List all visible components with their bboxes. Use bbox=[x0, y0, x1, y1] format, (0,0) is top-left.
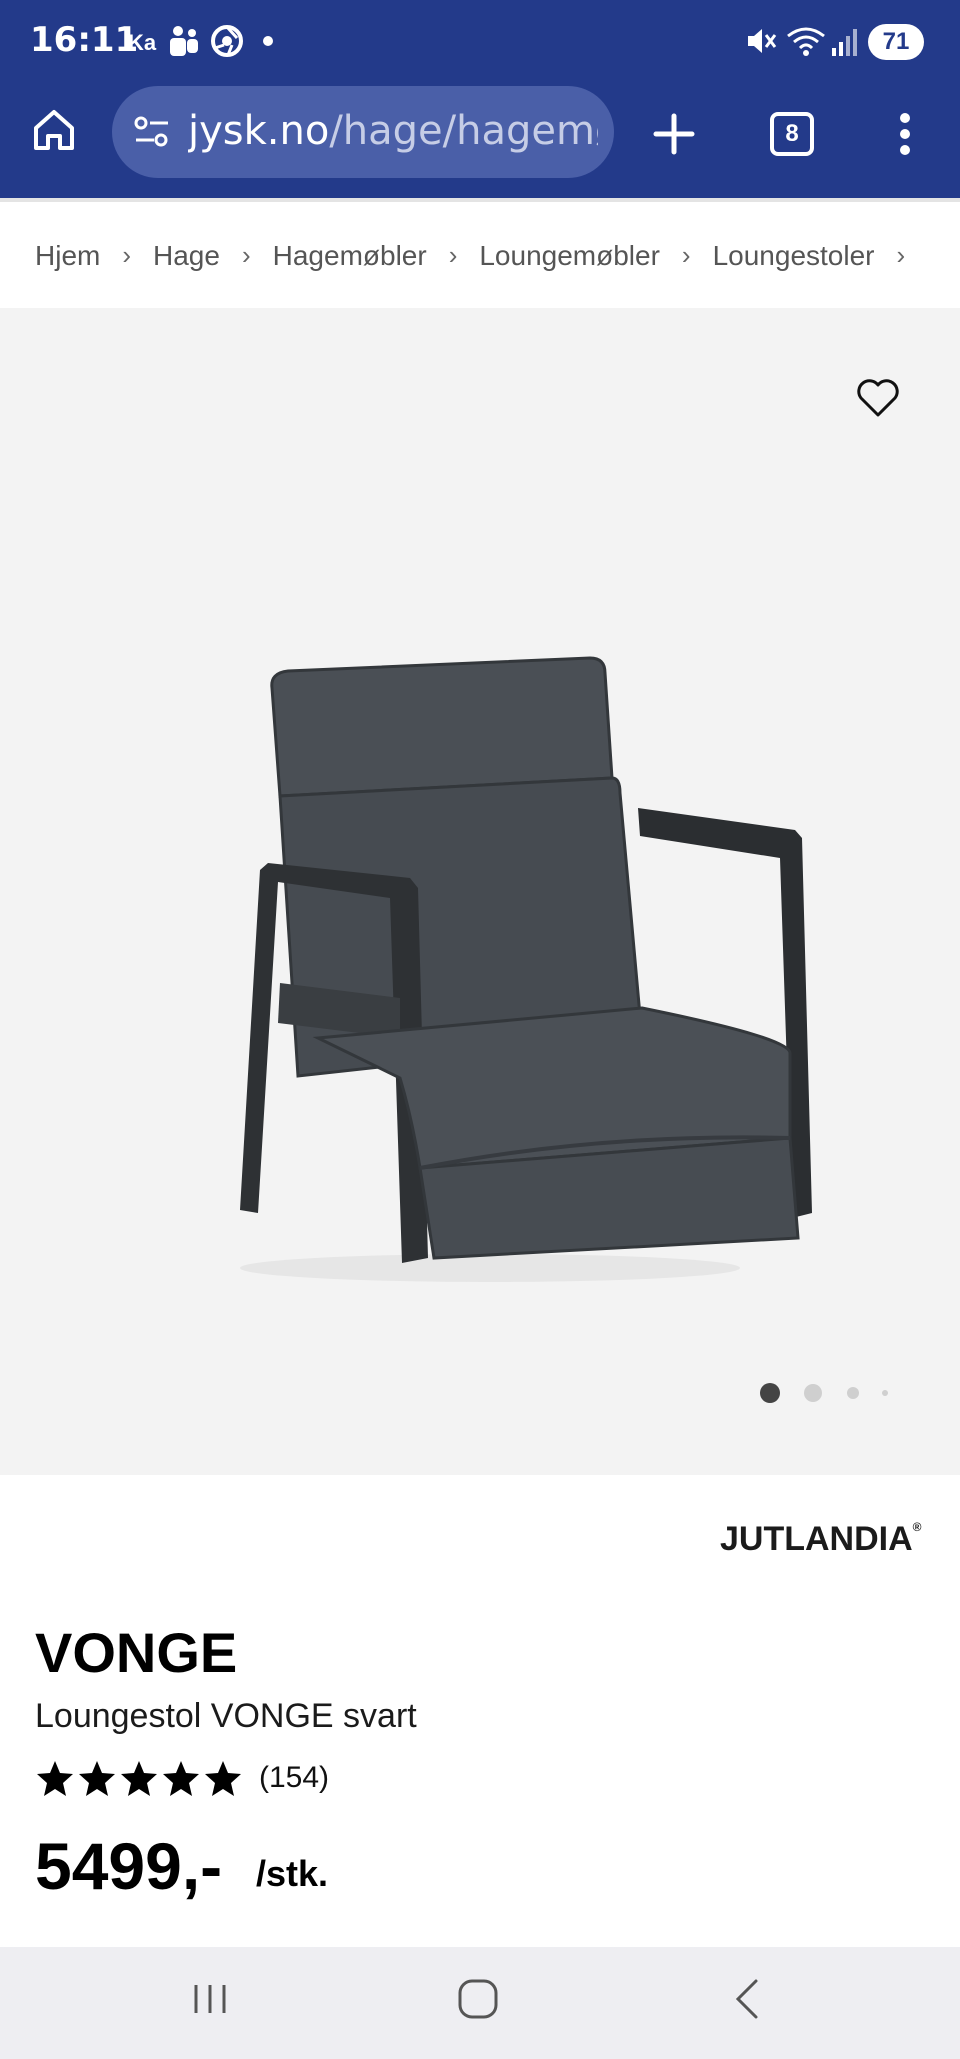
star-icon bbox=[205, 1761, 241, 1796]
product-rating[interactable]: (154) bbox=[35, 1758, 329, 1798]
carrier-badge: Ka bbox=[128, 30, 157, 55]
breadcrumb-item-hjem[interactable]: Hjem bbox=[35, 240, 100, 272]
gallery-dot-active[interactable] bbox=[760, 1383, 780, 1403]
rating-stars bbox=[35, 1759, 243, 1797]
recent-apps-icon[interactable] bbox=[190, 1977, 230, 2026]
system-navigation-bar bbox=[0, 1947, 960, 2059]
browser-toolbar: jysk.no/hage/hagemøbler 8 bbox=[0, 84, 960, 198]
status-time: 16:11 bbox=[30, 20, 139, 60]
review-count[interactable]: (154) bbox=[259, 1761, 329, 1795]
product-subtitle: Loungestol VONGE svart bbox=[35, 1697, 417, 1735]
mute-icon bbox=[744, 24, 778, 63]
chevron-right-icon: › bbox=[241, 240, 251, 271]
brand-logo: JUTLANDIA® bbox=[720, 1520, 922, 1559]
chevron-right-icon: › bbox=[896, 240, 906, 271]
registered-mark: ® bbox=[912, 1520, 922, 1534]
url-path: /hage/hagemøbler bbox=[329, 108, 598, 154]
breadcrumb-item-loungestoler[interactable]: Loungestoler bbox=[713, 240, 875, 272]
notification-dot-icon bbox=[262, 34, 274, 52]
gallery-dot[interactable] bbox=[804, 1384, 822, 1402]
product-title: VONGE bbox=[35, 1621, 238, 1684]
chevron-right-icon: › bbox=[122, 240, 132, 271]
star-icon bbox=[163, 1761, 199, 1796]
star-icon bbox=[79, 1761, 115, 1796]
favorite-heart-icon[interactable] bbox=[856, 378, 900, 423]
url-text[interactable]: jysk.no/hage/hagemøbler bbox=[188, 108, 598, 154]
url-domain: jysk.no bbox=[188, 108, 330, 154]
product-image-gallery[interactable] bbox=[0, 308, 960, 1475]
battery-indicator: 71 bbox=[868, 24, 924, 60]
more-options-icon[interactable] bbox=[890, 110, 920, 163]
star-icon bbox=[121, 1761, 157, 1796]
star-icon bbox=[37, 1761, 73, 1796]
breadcrumb-item-hage[interactable]: Hage bbox=[153, 240, 220, 272]
product-price: 5499,- bbox=[35, 1829, 223, 1903]
wifi-icon bbox=[786, 24, 826, 63]
site-settings-icon[interactable] bbox=[132, 114, 172, 155]
chrome-icon bbox=[210, 24, 244, 63]
breadcrumb-item-loungemobler[interactable]: Loungemøbler bbox=[479, 240, 660, 272]
price-unit: /stk. bbox=[256, 1853, 329, 1894]
gallery-dot[interactable] bbox=[882, 1390, 888, 1396]
brand-name: JUTLANDIA bbox=[720, 1520, 913, 1558]
breadcrumb-item-hagemobler[interactable]: Hagemøbler bbox=[273, 240, 427, 272]
tab-switcher-button[interactable]: 8 bbox=[770, 112, 814, 156]
url-bar[interactable]: jysk.no/hage/hagemøbler bbox=[112, 86, 614, 178]
breadcrumb: Hjem › Hage › Hagemøbler › Loungemøbler › Lounge… bbox=[35, 238, 925, 278]
home-nav-icon[interactable] bbox=[456, 1977, 500, 2026]
product-image-chair bbox=[150, 478, 830, 1313]
gallery-dot[interactable] bbox=[847, 1387, 859, 1399]
chevron-right-icon: › bbox=[681, 240, 691, 271]
home-icon[interactable] bbox=[30, 106, 82, 158]
teams-icon bbox=[168, 24, 200, 63]
chevron-right-icon: › bbox=[448, 240, 458, 271]
back-icon[interactable] bbox=[730, 1977, 766, 2026]
status-bar: 16:11 Ka 71 bbox=[0, 0, 960, 84]
toolbar-divider bbox=[0, 198, 960, 202]
signal-icon bbox=[830, 24, 860, 63]
new-tab-icon[interactable] bbox=[650, 110, 698, 163]
